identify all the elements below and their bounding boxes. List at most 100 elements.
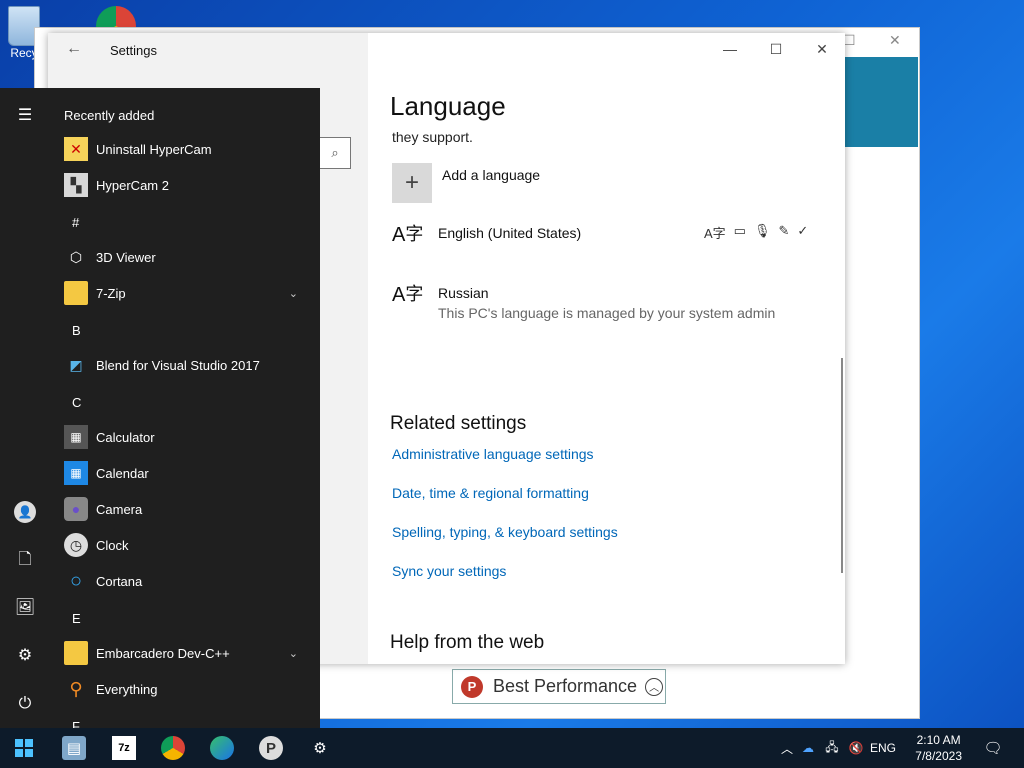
performance-logo-icon: P [461, 675, 483, 698]
user-account-icon[interactable]: 👤 [14, 501, 36, 523]
settings-content: Language they support. + Add a language … [368, 33, 845, 664]
add-language-label: Add a language [442, 167, 541, 183]
app-item-camera[interactable]: ● Camera [64, 493, 304, 525]
folder-icon [64, 281, 88, 305]
volume-muted-icon[interactable]: 🔇 [844, 741, 868, 755]
language-name: Russian [438, 285, 489, 301]
scrollbar[interactable] [841, 358, 843, 573]
camera-icon: ● [64, 497, 88, 521]
recently-added-heading: Recently added [64, 108, 155, 123]
chevron-down-icon[interactable]: ⌄ [289, 287, 298, 300]
chrome-taskbar-icon[interactable] [161, 736, 185, 760]
app-label: Blend for Visual Studio 2017 [96, 357, 260, 373]
search-button[interactable]: ⌕ [320, 137, 351, 169]
link-sync-settings[interactable]: Sync your settings [392, 563, 506, 579]
section-letter[interactable]: B [72, 323, 81, 338]
cube-icon: ⬡ [69, 248, 83, 265]
pictures-icon[interactable]: 🖼 [14, 597, 36, 619]
app-label: Clock [96, 537, 129, 553]
app-item-embarcadero[interactable]: Embarcadero Dev-C++ ⌄ [64, 637, 304, 669]
performance-taskbar-icon[interactable]: P [259, 736, 283, 760]
notifications-icon[interactable]: 🗨 [981, 736, 1005, 760]
taskbar: ▤ 7z P ⚙ ︿ ☁ 🖧 🔇 ENG 2:10 AM 7/8/2023 🗨 [0, 728, 1024, 768]
language-feature-icons: A字 ▭ 🎙 ✎ ✓ [704, 223, 808, 242]
app-item-calendar[interactable]: ▦ Calendar [64, 457, 304, 489]
app-label: Uninstall HyperCam [96, 141, 212, 157]
search-icon: ⌕ [331, 145, 339, 160]
app-item-everything[interactable]: ⚲ Everything [64, 673, 304, 705]
clock-time: 2:10 AM [916, 733, 961, 747]
calendar-icon: ▦ [64, 461, 88, 485]
hypercam-icon: ▚ [64, 173, 88, 197]
language-glyph-icon: A字 [392, 284, 424, 306]
help-from-web-heading: Help from the web [390, 632, 545, 653]
background-window-banner [845, 57, 918, 147]
link-administrative-language-settings[interactable]: Administrative language settings [392, 446, 594, 462]
network-icon[interactable]: 🖧 [820, 738, 844, 759]
documents-icon[interactable]: 🗋 [14, 549, 36, 571]
language-glyph-icon: A字 [392, 224, 424, 246]
chevron-up-icon[interactable]: ︿ [645, 677, 664, 696]
related-settings-heading: Related settings [390, 413, 527, 434]
section-letter[interactable]: # [72, 215, 79, 230]
hypercam-uninstall-icon: ✕ [64, 137, 88, 161]
chevron-up-icon[interactable]: ︿ [778, 740, 796, 757]
settings-gear-icon[interactable]: ⚙ [14, 645, 36, 667]
handwriting-icon: ✎ [778, 223, 790, 238]
hypercam-taskbar-icon[interactable]: ▤ [62, 736, 86, 760]
calculator-icon: ▦ [64, 425, 88, 449]
settings-taskbar-icon[interactable]: ⚙ [308, 736, 332, 760]
hamburger-menu-icon[interactable]: ☰ [14, 105, 36, 127]
app-label: Camera [96, 501, 143, 517]
best-performance-button[interactable]: P Best Performance ︿ [452, 669, 666, 704]
link-date-time-regional[interactable]: Date, time & regional formatting [392, 485, 589, 501]
app-label: Calendar [96, 465, 149, 481]
input-language-indicator[interactable]: ENG [868, 741, 898, 755]
link-spelling-typing-keyboard[interactable]: Spelling, typing, & keyboard settings [392, 524, 618, 540]
app-label: 7-Zip [96, 285, 126, 301]
app-list: Recently added ✕ Uninstall HyperCam ▚ Hy… [50, 88, 320, 728]
plus-icon: + [392, 163, 432, 203]
folder-icon [64, 641, 88, 665]
7zip-taskbar-icon[interactable]: 7z [112, 736, 136, 760]
settings-title-bar: ← Settings [48, 33, 368, 65]
app-item-blend[interactable]: ◩ Blend for Visual Studio 2017 [64, 349, 304, 381]
section-letter[interactable]: E [72, 611, 81, 626]
app-label: HyperCam 2 [96, 177, 169, 193]
app-item-calculator[interactable]: ▦ Calculator [64, 421, 304, 453]
language-name: English (United States) [438, 225, 582, 241]
app-item-uninstall-hypercam[interactable]: ✕ Uninstall HyperCam [64, 133, 304, 165]
power-icon[interactable]: ⏻ [14, 693, 36, 715]
display-language-icon: A字 [704, 226, 726, 241]
start-button[interactable] [0, 728, 48, 768]
back-arrow-icon[interactable]: ← [66, 40, 82, 58]
best-performance-label: Best Performance [493, 676, 638, 696]
text-to-speech-icon: ▭ [733, 223, 746, 238]
clock-date: 7/8/2023 [915, 749, 962, 763]
edge-taskbar-icon[interactable] [210, 736, 234, 760]
section-letter[interactable]: F [72, 719, 80, 728]
app-label: Embarcadero Dev-C++ [96, 645, 230, 661]
chevron-down-icon[interactable]: ⌄ [289, 647, 298, 660]
language-item-english[interactable]: A字 English (United States) [392, 225, 581, 245]
app-item-3d-viewer[interactable]: ⬡ 3D Viewer [64, 241, 304, 273]
onedrive-icon[interactable]: ☁ [796, 741, 820, 755]
clock[interactable]: 2:10 AM 7/8/2023 [915, 732, 962, 764]
page-title: Language [390, 91, 506, 121]
app-item-cortana[interactable]: ○ Cortana [64, 565, 304, 597]
app-item-hypercam-2[interactable]: ▚ HyperCam 2 [64, 169, 304, 201]
app-label: 3D Viewer [96, 249, 156, 265]
speech-recognition-icon: 🎙 [753, 223, 771, 238]
app-item-clock[interactable]: ◷ Clock [64, 529, 304, 561]
section-letter[interactable]: C [72, 395, 81, 410]
clock-icon: ◷ [64, 533, 88, 557]
app-item-7zip[interactable]: 7-Zip ⌄ [64, 277, 304, 309]
windows-logo-icon [15, 739, 33, 757]
back-window-close-icon[interactable]: ✕ [889, 32, 901, 49]
language-item-russian[interactable]: A字 Russian This PC's language is managed… [392, 285, 775, 321]
cortana-icon: ○ [69, 569, 83, 592]
system-tray: ︿ ☁ 🖧 🔇 ENG [778, 728, 898, 768]
add-language-button[interactable]: + Add a language [392, 163, 540, 203]
app-label: Calculator [96, 429, 155, 445]
magnifier-icon: ⚲ [69, 678, 83, 699]
